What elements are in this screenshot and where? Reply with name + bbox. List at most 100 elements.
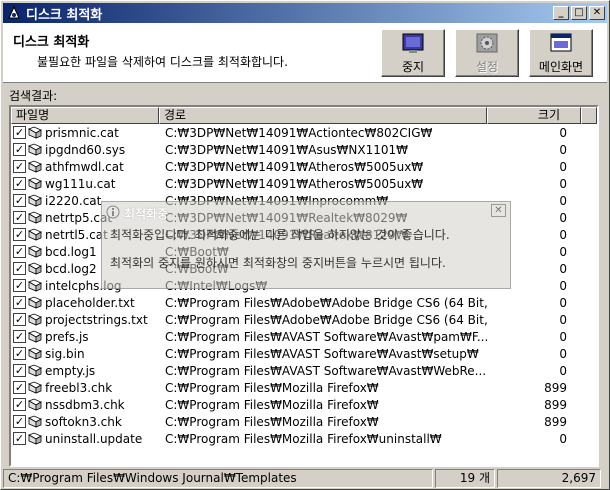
status-file-count: 19 개 xyxy=(435,469,495,488)
row-checkbox[interactable]: ✓ xyxy=(13,228,26,241)
file-icon xyxy=(28,398,42,411)
close-button[interactable]: ✕ xyxy=(589,6,605,20)
table-row[interactable]: ✓ athfmwdl.cat C:₩3DP₩Net₩14091₩Atheros₩50… xyxy=(11,158,597,175)
file-path: C:₩Program Files₩Mozilla Firefox₩ xyxy=(165,380,379,395)
file-name: bcd.log1 xyxy=(45,244,97,259)
table-row[interactable]: ✓ softokn3.chk C:₩Program Files₩Mozilla Fi… xyxy=(11,413,597,430)
file-icon xyxy=(28,415,42,428)
row-checkbox[interactable]: ✓ xyxy=(13,364,26,377)
row-checkbox[interactable]: ✓ xyxy=(13,211,26,224)
file-name: netrtl5.cat xyxy=(45,227,108,242)
settings-button[interactable]: 설정 xyxy=(455,29,519,77)
column-header-filler xyxy=(581,107,597,124)
row-checkbox[interactable]: ✓ xyxy=(13,160,26,173)
file-icon xyxy=(28,245,42,258)
file-size: 0 xyxy=(559,363,567,378)
status-total-size: 2,697 xyxy=(497,469,601,488)
file-icon xyxy=(28,381,42,394)
row-checkbox[interactable]: ✓ xyxy=(13,143,26,156)
column-header-size[interactable]: 크기 xyxy=(487,107,581,124)
table-row[interactable]: ✓ placeholder.txt C:₩Program Files₩Adobe₩A… xyxy=(11,294,597,311)
file-name-cell: ✓ sig.bin xyxy=(11,347,159,361)
row-checkbox[interactable]: ✓ xyxy=(13,313,26,326)
file-icon xyxy=(28,432,42,445)
file-size: 0 xyxy=(559,431,567,446)
file-icon xyxy=(28,160,42,173)
file-icon xyxy=(28,194,42,207)
file-name: freebl3.chk xyxy=(45,380,113,395)
notification-close-button[interactable]: ✕ xyxy=(491,204,506,217)
table-row[interactable]: ✓ freebl3.chk C:₩Program Files₩Mozilla Fir… xyxy=(11,379,597,396)
table-row[interactable]: ✓ ipgdnd60.sys C:₩3DP₩Net₩14091₩Asus₩NX110… xyxy=(11,141,597,158)
row-checkbox[interactable]: ✓ xyxy=(13,330,26,343)
app-window: 디스크 최적화 _ □ ✕ 디스크 최적화 불필요한 파일을 삭제하여 디스크를… xyxy=(0,0,610,490)
row-checkbox[interactable]: ✓ xyxy=(13,381,26,394)
row-checkbox[interactable]: ✓ xyxy=(13,296,26,309)
row-checkbox[interactable]: ✓ xyxy=(13,415,26,428)
column-header-name[interactable]: 파일명 xyxy=(11,107,159,124)
file-path: C:₩Program Files₩AVAST Software₩Avast₩We… xyxy=(165,363,487,378)
file-name: softokn3.chk xyxy=(45,414,122,429)
file-icon xyxy=(28,126,42,139)
row-checkbox[interactable]: ✓ xyxy=(13,126,26,139)
table-row[interactable]: ✓ nssdbm3.chk C:₩Program Files₩Mozilla Fir… xyxy=(11,396,597,413)
header-title: 디스크 최적화 xyxy=(13,35,90,50)
row-checkbox[interactable]: ✓ xyxy=(13,398,26,411)
table-row[interactable]: ✓ wg111u.cat C:₩3DP₩Net₩14091₩Atheros₩5005… xyxy=(11,175,597,192)
main-screen-button-label: 메인화면 xyxy=(538,60,584,74)
file-icon xyxy=(28,211,42,224)
table-row[interactable]: ✓ prismnic.cat C:₩3DP₩Net₩14091₩Actiontec₩… xyxy=(11,124,597,141)
file-size: 0 xyxy=(559,125,567,140)
file-name: sig.bin xyxy=(45,346,85,361)
status-bar: C:₩Program Files₩Windows Journal₩Templat… xyxy=(3,469,607,488)
table-row[interactable]: ✓ prefs.js C:₩Program Files₩AVAST Software… xyxy=(11,328,597,345)
file-icon xyxy=(28,330,42,343)
table-row[interactable]: ✓ empty.js C:₩Program Files₩AVAST Software… xyxy=(11,362,597,379)
file-size: 899 xyxy=(544,414,567,429)
file-name: i2220.cat xyxy=(45,193,102,208)
maximize-button[interactable]: □ xyxy=(571,6,587,20)
file-path: C:₩Program Files₩Mozilla Firefox₩ xyxy=(165,397,379,412)
file-size: 0 xyxy=(559,295,567,310)
file-path: C:₩3DP₩Net₩14091₩Atheros₩5005ux₩ xyxy=(165,159,424,174)
header-panel: 디스크 최적화 불필요한 파일을 삭제하여 디스크를 최적화합니다. 중지 설정… xyxy=(3,23,607,83)
file-name: uninstall.update xyxy=(45,431,143,446)
file-path: C:₩3DP₩Net₩14091₩Actiontec₩802CIG₩ xyxy=(165,125,433,140)
file-path: C:₩Program Files₩Mozilla Firefox₩ xyxy=(165,414,379,429)
file-name-cell: ✓ nssdbm3.chk xyxy=(11,398,159,412)
file-path: C:₩Program Files₩AVAST Software₩Avast₩se… xyxy=(165,346,479,361)
file-path: C:₩3DP₩Net₩14091₩Atheros₩5005ux₩ xyxy=(165,176,424,191)
row-checkbox[interactable]: ✓ xyxy=(13,245,26,258)
file-name-cell: ✓ prismnic.cat xyxy=(11,126,159,140)
row-checkbox[interactable]: ✓ xyxy=(13,262,26,275)
main-screen-button[interactable]: 메인화면 xyxy=(529,29,593,77)
file-size: 899 xyxy=(544,397,567,412)
title-bar[interactable]: 디스크 최적화 _ □ ✕ xyxy=(3,3,607,23)
file-path: C:₩Program Files₩Mozilla Firefox₩uninsta… xyxy=(165,431,442,446)
row-checkbox[interactable]: ✓ xyxy=(13,347,26,360)
stop-button-label: 중지 xyxy=(401,60,425,74)
file-icon xyxy=(28,347,42,360)
row-checkbox[interactable]: ✓ xyxy=(13,432,26,445)
file-size: 899 xyxy=(544,380,567,395)
file-size: 0 xyxy=(559,142,567,157)
minimize-button[interactable]: _ xyxy=(553,6,569,20)
file-path: C:₩3DP₩Net₩14091₩Asus₩NX1101₩ xyxy=(165,142,409,157)
file-size: 0 xyxy=(559,329,567,344)
file-icon xyxy=(28,177,42,190)
row-checkbox[interactable]: ✓ xyxy=(13,279,26,292)
file-name: wg111u.cat xyxy=(45,176,116,191)
table-row[interactable]: ✓ projectstrings.txt C:₩Program Files₩Adob… xyxy=(11,311,597,328)
row-checkbox[interactable]: ✓ xyxy=(13,194,26,207)
row-checkbox[interactable]: ✓ xyxy=(13,177,26,190)
header-description: 불필요한 파일을 삭제하여 디스크를 최적화합니다. xyxy=(37,55,288,69)
table-row[interactable]: ✓ sig.bin C:₩Program Files₩AVAST Software₩… xyxy=(11,345,597,362)
column-header-path[interactable]: 경로 xyxy=(159,107,487,124)
notification-line-2: 최적화의 중지를 원하시면 최적화창의 중지버튼을 누르시면 됩니다. xyxy=(110,256,446,270)
table-row[interactable]: ✓ uninstall.update C:₩Program Files₩Mozill… xyxy=(11,430,597,447)
window-title: 디스크 최적화 xyxy=(26,7,103,23)
file-name: ipgdnd60.sys xyxy=(45,142,126,157)
file-name-cell: ✓ ipgdnd60.sys xyxy=(11,143,159,157)
file-path: C:₩Program Files₩AVAST Software₩Avast₩pa… xyxy=(165,329,487,344)
stop-button[interactable]: 중지 xyxy=(381,29,445,77)
